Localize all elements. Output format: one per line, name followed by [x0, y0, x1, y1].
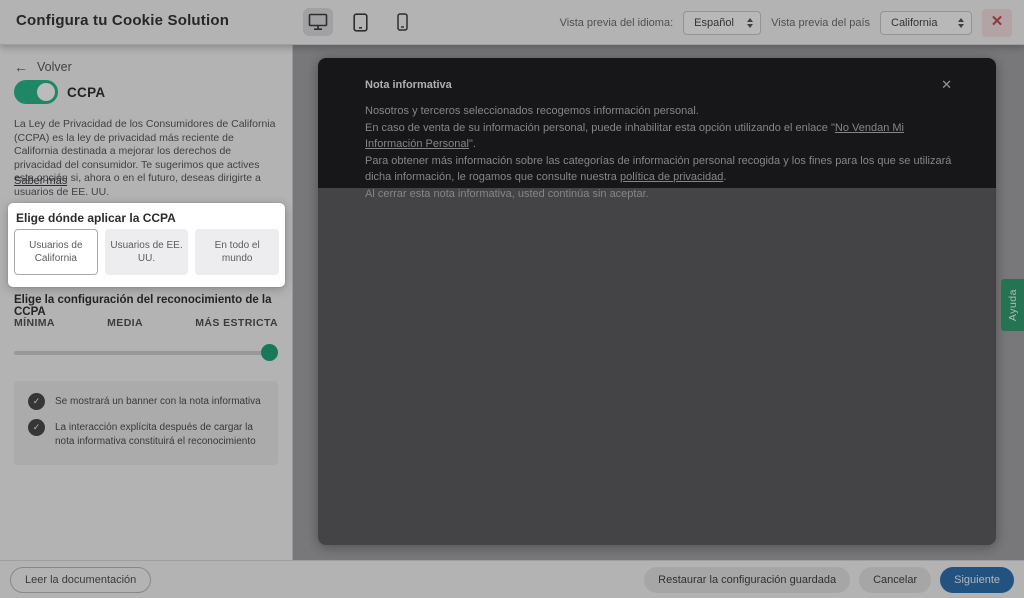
option-users-california[interactable]: Usuarios de California [14, 229, 98, 275]
option-worldwide[interactable]: En todo el mundo [195, 229, 279, 275]
apply-options: Usuarios de California Usuarios de EE. U… [14, 229, 279, 275]
tour-dim-overlay[interactable] [0, 0, 1024, 598]
apply-section-heading: Elige dónde aplicar la CCPA [16, 211, 176, 225]
option-users-us[interactable]: Usuarios de EE. UU. [105, 229, 189, 275]
apply-ccpa-spotlight: Elige dónde aplicar la CCPA Usuarios de … [8, 203, 285, 287]
